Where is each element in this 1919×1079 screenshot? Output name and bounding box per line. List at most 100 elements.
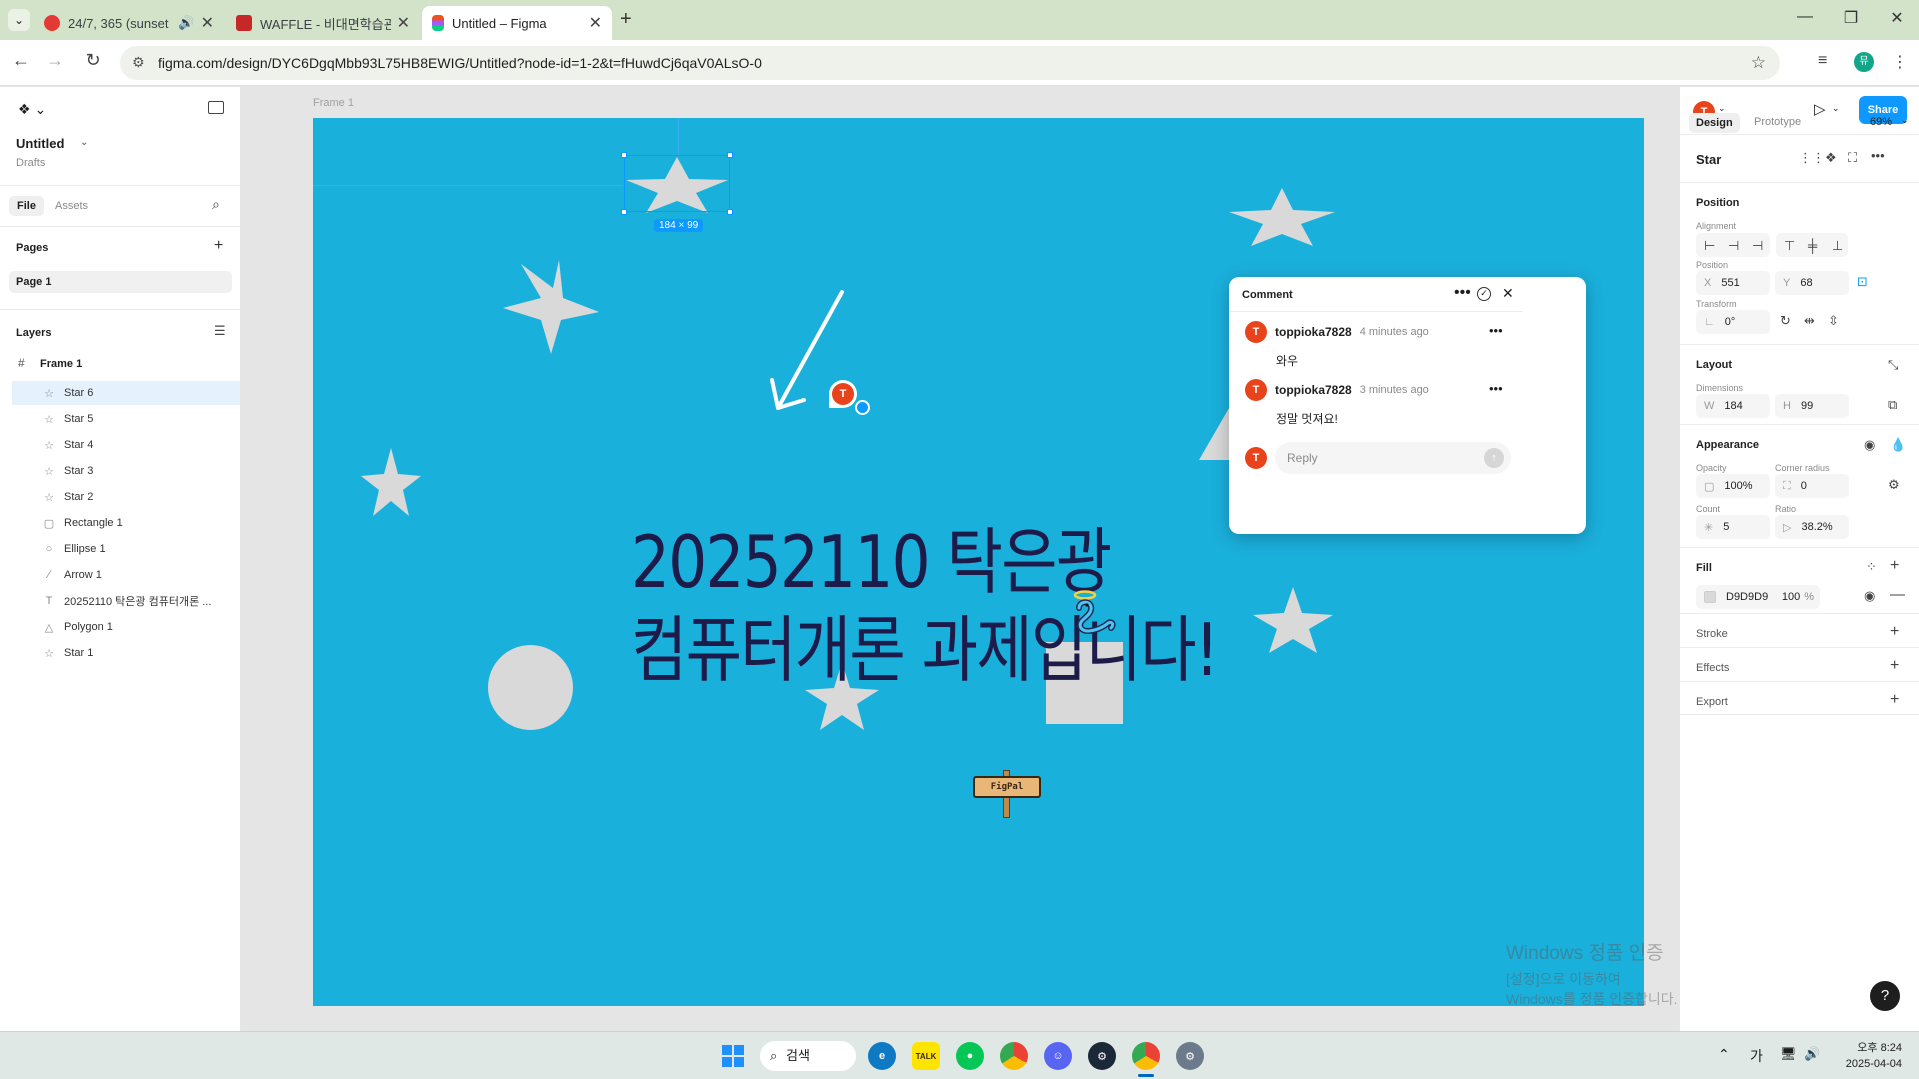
zoom-level[interactable]: 69%	[1870, 116, 1892, 128]
settings-gear-icon[interactable]: ⚙	[1176, 1042, 1204, 1070]
ime-indicator[interactable]: 가	[1750, 1046, 1763, 1066]
zoom-chevron-icon[interactable]: ⌄	[1901, 115, 1909, 126]
blend-mode-icon[interactable]: 💧	[1890, 437, 1906, 453]
tab-figma[interactable]: Untitled – Figma ✕	[422, 6, 612, 40]
visibility-eye-icon[interactable]: ◉	[1864, 437, 1875, 453]
layer-item[interactable]: ∕ Arrow 1	[12, 563, 240, 587]
file-name-chevron-icon[interactable]: ⌄	[80, 137, 88, 148]
star-3[interactable]	[359, 446, 423, 518]
toggle-sidebar-icon[interactable]	[208, 101, 224, 114]
media-control-icon[interactable]: ≡	[1818, 52, 1827, 70]
kakaotalk-icon[interactable]: TALK	[912, 1042, 940, 1070]
tab-list-dropdown-icon[interactable]: ⌄	[8, 9, 30, 31]
width-input[interactable]: W 184	[1696, 394, 1770, 418]
layer-frame-1[interactable]: # Frame 1	[12, 352, 240, 376]
close-tab-icon[interactable]: ✕	[201, 13, 214, 33]
frame-selection-icon[interactable]: ⛶	[1848, 150, 1857, 166]
speaker-icon[interactable]: 🔊	[178, 15, 194, 31]
back-icon[interactable]: ←	[8, 50, 34, 71]
selection-handle[interactable]	[621, 209, 627, 215]
tab-waffle[interactable]: WAFFLE - 비대면학습관리시스 ✕	[226, 6, 420, 40]
add-export-icon[interactable]: +	[1890, 691, 1899, 709]
forward-icon[interactable]: →	[42, 50, 68, 71]
align-middle-icon[interactable]: ╪	[1808, 238, 1817, 253]
comment-pin[interactable]: T	[829, 380, 857, 408]
selection-handle[interactable]	[727, 152, 733, 158]
align-center-h-icon[interactable]: ⊣	[1728, 238, 1739, 254]
align-bottom-icon[interactable]: ⊥	[1832, 238, 1843, 254]
component-icon[interactable]: ❖	[1825, 150, 1837, 166]
layer-item[interactable]: ▢ Rectangle 1	[12, 511, 240, 535]
reload-icon[interactable]: ↻	[80, 50, 106, 71]
ellipse-1[interactable]	[488, 645, 573, 730]
clock[interactable]: 오후 8:24 2025-04-04	[1836, 1040, 1902, 1072]
styles-grid-icon[interactable]: ⁘	[1866, 559, 1877, 575]
tab-music[interactable]: 24/7, 365 (sunset session) 🔊 ✕	[34, 6, 224, 40]
fill-color-input[interactable]: D9D9D9 100 %	[1696, 585, 1820, 609]
volume-icon[interactable]: 🔊	[1804, 1046, 1820, 1062]
align-top-icon[interactable]: ⊤	[1784, 238, 1795, 254]
close-tab-icon[interactable]: ✕	[589, 13, 602, 33]
steam-icon[interactable]: ⚙	[1088, 1042, 1116, 1070]
layers-options-icon[interactable]: ☰	[214, 323, 226, 339]
layer-item[interactable]: ☆ Star 4	[12, 433, 240, 457]
page-item-page-1[interactable]: Page 1	[9, 271, 232, 293]
align-left-icon[interactable]: ⊢	[1704, 238, 1715, 254]
x-position-input[interactable]: X 551	[1696, 271, 1770, 295]
close-tab-icon[interactable]: ✕	[397, 13, 410, 33]
auto-layout-icon[interactable]: ⤡	[1888, 357, 1898, 373]
star-4[interactable]	[1251, 585, 1335, 655]
comment-more-icon[interactable]: •••	[1454, 284, 1471, 302]
search-icon[interactable]: ⌕	[212, 196, 220, 213]
independent-corners-icon[interactable]: ⚙	[1888, 477, 1900, 493]
send-reply-icon[interactable]: ↑	[1484, 448, 1504, 468]
layer-item[interactable]: ☆ Star 5	[12, 407, 240, 431]
selection-handle[interactable]	[727, 209, 733, 215]
figpal-snake-icon[interactable]	[1069, 590, 1117, 634]
opacity-input[interactable]: ▢ 100%	[1696, 474, 1770, 498]
layer-item[interactable]: T 20252110 탁은광 컴퓨터개론 ...	[12, 589, 240, 613]
bookmark-star-icon[interactable]: ☆	[1751, 53, 1766, 73]
file-name[interactable]: Untitled	[16, 136, 64, 151]
chrome-icon[interactable]	[1000, 1042, 1028, 1070]
layer-item[interactable]: ☆ Star 2	[12, 485, 240, 509]
add-page-icon[interactable]: +	[214, 237, 223, 255]
tray-overflow-icon[interactable]: ⌃	[1718, 1046, 1730, 1063]
comment-entry-2-more-icon[interactable]: •••	[1489, 381, 1503, 396]
reply-input[interactable]: Reply ↑	[1275, 442, 1511, 474]
star-count-input[interactable]: ✳ 5	[1696, 515, 1770, 539]
tab-prototype[interactable]: Prototype	[1754, 116, 1801, 128]
url-field[interactable]: ⚙ figma.com/design/DYC6DgqMbb93L75HB8EWI…	[120, 46, 1780, 80]
taskbar-search[interactable]: ⌕ 검색	[760, 1041, 856, 1071]
align-right-icon[interactable]: ⊣	[1752, 238, 1763, 254]
layer-item[interactable]: ○ Ellipse 1	[12, 537, 240, 561]
layer-item[interactable]: ☆ Star 3	[12, 459, 240, 483]
frame-label[interactable]: Frame 1	[313, 97, 354, 109]
new-tab-icon[interactable]: +	[620, 8, 632, 31]
comment-entry-1-more-icon[interactable]: •••	[1489, 323, 1503, 338]
chrome-profile-icon[interactable]	[1132, 1042, 1160, 1070]
flip-vertical-icon[interactable]: ⇳	[1828, 313, 1839, 329]
restore-icon[interactable]: ❐	[1836, 8, 1866, 28]
star-ratio-input[interactable]: ▷ 38.2%	[1775, 515, 1849, 539]
more-options-icon[interactable]: •••	[1871, 148, 1885, 163]
selection-handle[interactable]	[621, 152, 627, 158]
frame-1[interactable]: 184 × 99 T 20252110 탁은광 컴퓨터개론 과제입니다! Fig…	[313, 118, 1644, 1006]
minimize-icon[interactable]: —	[1790, 8, 1820, 26]
tab-file[interactable]: File	[9, 196, 44, 216]
grid-icon[interactable]: ⋮⋮	[1799, 150, 1825, 166]
constraints-icon[interactable]: ⊡	[1857, 274, 1868, 290]
layer-item[interactable]: △ Polygon 1	[12, 615, 240, 639]
star-2[interactable]	[501, 258, 601, 356]
layer-item[interactable]: ☆ Star 6	[12, 381, 240, 405]
star-1[interactable]	[1227, 186, 1337, 248]
layer-item[interactable]: ☆ Star 1	[12, 641, 240, 665]
profile-avatar[interactable]: 뮤	[1854, 52, 1874, 72]
figma-main-menu-icon[interactable]: ❖ ⌄	[18, 101, 46, 118]
windows-start-icon[interactable]	[722, 1045, 744, 1067]
site-info-icon[interactable]: ⚙	[132, 54, 145, 71]
headline-text[interactable]: 20252110 탁은광 컴퓨터개론 과제입니다!	[631, 518, 1219, 694]
add-fill-icon[interactable]: +	[1890, 557, 1899, 575]
help-question-icon[interactable]: ?	[1870, 981, 1900, 1011]
remove-fill-icon[interactable]: —	[1890, 586, 1905, 603]
